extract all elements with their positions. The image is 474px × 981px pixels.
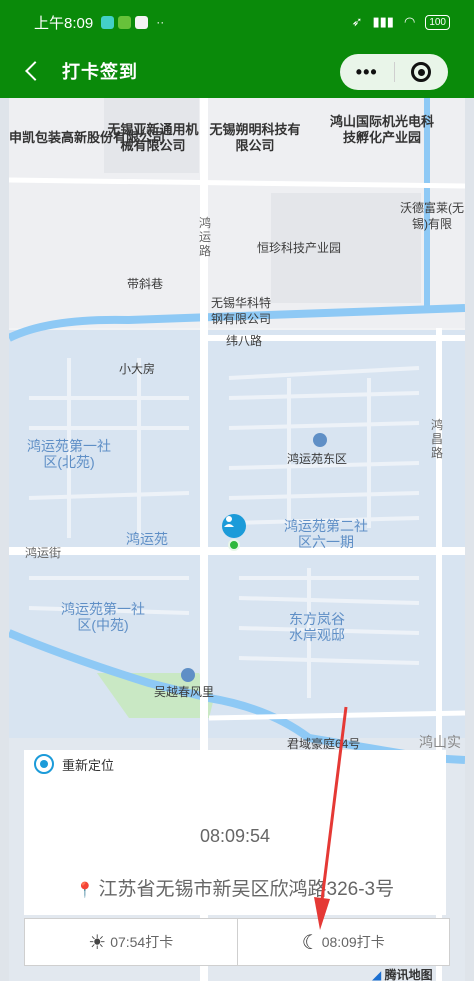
map-label: 鸿山实 [419, 734, 461, 750]
evening-checkin-label: 08:09打卡 [321, 934, 385, 950]
map-label: 小大房 [119, 362, 156, 376]
residence-poi-icon [181, 668, 195, 682]
map-label: 纬八路 [226, 334, 263, 348]
more-notifications-icon: ·· [156, 15, 165, 29]
map-label: 吴越春风里 [154, 685, 215, 699]
map-label: 鸿运苑东区 [287, 452, 348, 466]
residence-poi-icon [313, 433, 327, 447]
current-time: 08:09:54 [199, 826, 271, 846]
map-label: 鸿山国际机光电科技孵化产业园 [329, 114, 434, 145]
message-notification-icon [135, 15, 149, 29]
back-arrow-icon[interactable] [25, 61, 45, 81]
relocate-label: 重新定位 [62, 757, 115, 773]
map-label: 鸿运苑第一社区(中苑) [61, 601, 145, 633]
signal-icon: ▮▮▮ [372, 14, 394, 29]
checkin-buttons: ☀ 07:54打卡 ☾ 08:09打卡 [24, 918, 450, 966]
location-pin-icon [222, 514, 246, 538]
map-label: 东方岚谷水岸观邸 [289, 611, 345, 643]
morning-checkin-button[interactable]: ☀ 07:54打卡 [24, 918, 238, 966]
map-label: 鸿昌路 [430, 418, 443, 460]
miniprogram-capsule: ••• [340, 54, 448, 90]
close-miniprogram-button[interactable] [395, 62, 449, 82]
relocate-icon [34, 754, 54, 774]
wifi-icon: ◠ [403, 14, 416, 29]
more-menu-button[interactable]: ••• [340, 62, 394, 83]
map-label: 无锡华科特钢有限公司 [210, 296, 271, 326]
map-label: 无锡亚新通用机械有限公司 [107, 122, 199, 153]
location-icon: ➶ [351, 14, 363, 29]
battery-icon: 100 [425, 14, 450, 30]
relocate-button[interactable]: 重新定位 [34, 754, 114, 774]
evening-checkin-button[interactable]: ☾ 08:09打卡 [237, 918, 450, 966]
map-label: 鸿运路 [198, 216, 211, 258]
map-label: 鸿运街 [25, 546, 62, 560]
map-label: 鸿运苑第一社区(北苑) [27, 438, 111, 470]
top-bar: 上午8:09 ·· ➶ ▮▮▮ ◠ 100 打卡签到 ••• [0, 0, 474, 98]
map-label: 沃德富莱(无锡)有限 [400, 201, 464, 231]
map-label: 鸿运苑 [126, 531, 168, 547]
map-label: 无锡朔明科技有限公司 [209, 122, 301, 153]
target-icon [411, 62, 432, 82]
status-bar: 上午8:09 ·· ➶ ▮▮▮ ◠ 100 [0, 0, 474, 44]
map-pin-icon: 📍 [75, 882, 95, 899]
wechat-notification-icon [118, 15, 132, 29]
address-line: 📍 江苏省无锡市新吴区欣鸿路326-3号 [24, 874, 446, 901]
checkin-card: 重新定位 08:09:54 📍 江苏省无锡市新吴区欣鸿路326-3号 [24, 750, 446, 915]
page-title: 打卡签到 [62, 62, 138, 82]
tencent-map-logo: ◢ 腾讯地图 [372, 968, 433, 981]
notification-icons: ·· [101, 15, 164, 29]
map-label: 鸿运苑第二社区六一期 [284, 518, 368, 550]
current-position-dot [228, 539, 240, 551]
address-text: 江苏省无锡市新吴区欣鸿路326-3号 [98, 879, 395, 900]
map-label: 带斜巷 [127, 277, 164, 291]
sun-icon: ☀ [88, 931, 107, 954]
status-time: 上午8:09 [34, 14, 94, 32]
app-notification-icon [101, 15, 115, 29]
morning-checkin-label: 07:54打卡 [110, 934, 174, 950]
status-indicators: ➶ ▮▮▮ ◠ 100 [352, 14, 450, 30]
map-label: 恒珍科技产业园 [257, 241, 342, 255]
moon-icon: ☾ [301, 931, 320, 954]
nav-bar: 打卡签到 ••• [0, 44, 474, 98]
